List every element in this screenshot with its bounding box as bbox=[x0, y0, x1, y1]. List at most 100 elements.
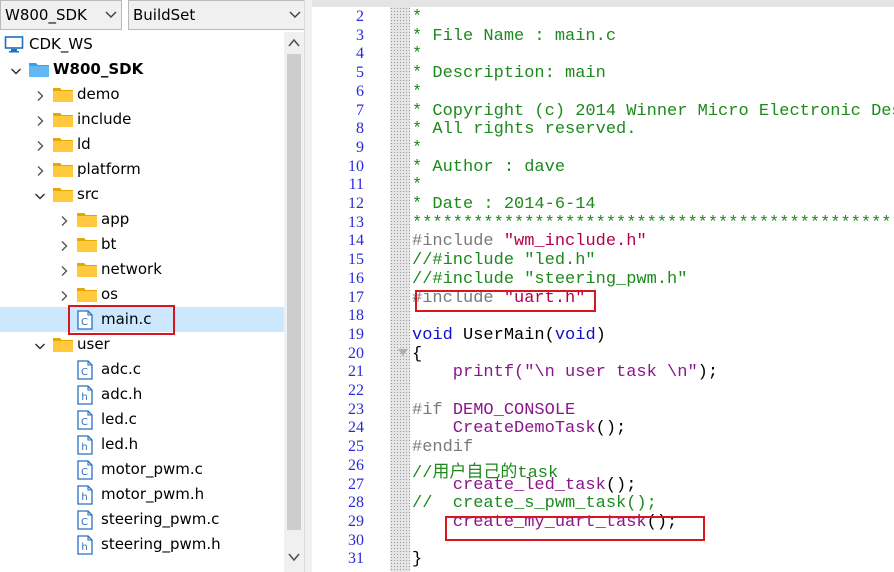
chevron-down-icon[interactable] bbox=[10, 63, 22, 75]
h-file-icon: h bbox=[76, 385, 96, 405]
chevron-right-icon[interactable] bbox=[58, 263, 70, 276]
scroll-up-icon[interactable] bbox=[288, 38, 300, 48]
tree-item-label: include bbox=[77, 110, 132, 128]
chevron-right-icon[interactable] bbox=[58, 288, 70, 301]
code-line[interactable]: CreateDemoTask(); bbox=[412, 419, 626, 438]
project-folder-icon bbox=[28, 60, 49, 78]
fold-margin[interactable] bbox=[390, 7, 410, 572]
code-line[interactable]: * bbox=[412, 83, 422, 102]
code-line[interactable]: // create_s_pwm_task(); bbox=[412, 494, 657, 513]
code-editor[interactable]: 2 3 4 5 6 7 8 9 10 11 12 13 14 15 16 17 18 19 20 21 22 23 24 25… bbox=[312, 0, 894, 572]
tree-item-platform[interactable]: platform bbox=[0, 157, 284, 182]
line-number: 25 bbox=[348, 438, 364, 456]
build-config-select[interactable]: BuildSet bbox=[128, 0, 306, 30]
chevron-right-icon[interactable] bbox=[58, 213, 70, 226]
tree-item-src[interactable]: src bbox=[0, 182, 284, 207]
line-number: 18 bbox=[348, 307, 364, 325]
code-line[interactable]: * bbox=[412, 176, 422, 195]
highlight-box-include-uart bbox=[415, 290, 596, 312]
folder-icon bbox=[76, 260, 97, 278]
tree-scrollbar[interactable] bbox=[284, 32, 304, 572]
tree-item-os[interactable]: os bbox=[0, 282, 284, 307]
code-line[interactable]: * File Name : main.c bbox=[412, 27, 616, 46]
code-line[interactable]: #include "wm_include.h" bbox=[412, 232, 647, 251]
tree-item-steering-pwm-c[interactable]: Csteering_pwm.c bbox=[0, 507, 284, 532]
code-line[interactable]: #if DEMO_CONSOLE bbox=[412, 401, 575, 420]
code-line[interactable]: * Author : dave bbox=[412, 158, 565, 177]
tree-item-demo[interactable]: demo bbox=[0, 82, 284, 107]
code-line[interactable]: * bbox=[412, 8, 422, 27]
code-line[interactable]: { bbox=[412, 345, 422, 364]
tree-item-label: adc.h bbox=[101, 385, 143, 403]
chevron-right-icon[interactable] bbox=[58, 238, 70, 251]
code-line[interactable]: } bbox=[412, 550, 422, 569]
tree-item-adc-c[interactable]: Cadc.c bbox=[0, 357, 284, 382]
code-line[interactable]: create_led_task(); bbox=[412, 475, 637, 495]
svg-text:h: h bbox=[81, 392, 87, 403]
scrollbar-thumb[interactable] bbox=[287, 54, 301, 530]
tree-item-app[interactable]: app bbox=[0, 207, 284, 232]
code-line[interactable]: * All rights reserved. bbox=[412, 120, 636, 139]
chevron-down-icon bbox=[289, 11, 301, 19]
tree-item-include[interactable]: include bbox=[0, 107, 284, 132]
line-number: 19 bbox=[348, 325, 364, 343]
code-token: * bbox=[412, 176, 423, 196]
line-number: 2 bbox=[356, 8, 364, 25]
code-line[interactable]: * bbox=[412, 45, 422, 64]
chevron-right-icon[interactable] bbox=[34, 138, 46, 151]
tree-item-ld[interactable]: ld bbox=[0, 132, 284, 157]
code-line[interactable]: printf("\n user task \n"); bbox=[412, 363, 718, 382]
code-token: * All rights reserved. bbox=[412, 120, 637, 140]
folder-icon bbox=[76, 285, 97, 303]
tree-item-label: W800_SDK bbox=[53, 60, 144, 78]
code-token: create_led_task bbox=[412, 475, 606, 495]
line-number: 21 bbox=[348, 363, 364, 381]
code-line[interactable]: * Date : 2014-6-14 bbox=[412, 195, 596, 214]
folder-icon bbox=[52, 85, 73, 103]
line-number: 30 bbox=[348, 531, 364, 549]
svg-text:C: C bbox=[81, 417, 88, 428]
tree-item-bt[interactable]: bt bbox=[0, 232, 284, 257]
chevron-down-icon[interactable] bbox=[34, 188, 46, 200]
tree-item-motor-pwm-c[interactable]: Cmotor_pwm.c bbox=[0, 457, 284, 482]
pane-splitter[interactable] bbox=[304, 0, 312, 572]
tree-item-led-c[interactable]: Cled.c bbox=[0, 407, 284, 432]
line-number: 4 bbox=[356, 45, 364, 63]
line-number: 20 bbox=[348, 344, 364, 362]
tree-item-user[interactable]: user bbox=[0, 332, 284, 357]
h-file-icon: h bbox=[76, 435, 96, 455]
code-token: "wm_include.h" bbox=[503, 232, 647, 252]
tree-item-adc-h[interactable]: h adc.h bbox=[0, 382, 284, 407]
code-token: // create_s_pwm_task(); bbox=[412, 494, 657, 514]
fold-marker-icon[interactable] bbox=[398, 349, 408, 356]
folder-icon bbox=[52, 110, 73, 128]
chevron-down-icon[interactable] bbox=[34, 338, 46, 350]
code-line[interactable]: void UserMain(void) bbox=[412, 326, 606, 345]
chevron-right-icon[interactable] bbox=[34, 163, 46, 176]
code-token: * Date : 2014-6-14 bbox=[412, 195, 596, 214]
tree-item-cdk-ws[interactable]: CDK_WS bbox=[0, 32, 284, 57]
tree-item-w800-sdk[interactable]: W800_SDK bbox=[0, 57, 284, 82]
tree-item-steering-pwm-h[interactable]: h steering_pwm.h bbox=[0, 532, 284, 557]
code-token: * bbox=[412, 45, 423, 65]
code-token: * Author : dave bbox=[412, 157, 566, 177]
tree-item-label: steering_pwm.c bbox=[101, 510, 220, 528]
code-token: (); bbox=[605, 475, 637, 495]
code-line[interactable]: ****************************************… bbox=[412, 214, 894, 233]
code-line[interactable]: //#include "steering_pwm.h" bbox=[412, 270, 687, 289]
code-line[interactable]: //#include "led.h" bbox=[412, 251, 596, 270]
code-line[interactable]: * Copyright (c) 2014 Winner Micro Electr… bbox=[412, 102, 894, 121]
code-line[interactable]: * bbox=[412, 139, 422, 158]
code-line[interactable]: * Description: main bbox=[412, 64, 606, 83]
line-number: 28 bbox=[348, 494, 364, 512]
project-select[interactable]: W800_SDK bbox=[0, 0, 122, 30]
chevron-right-icon[interactable] bbox=[34, 88, 46, 101]
code-line[interactable]: #endif bbox=[412, 438, 473, 457]
scroll-down-icon[interactable] bbox=[288, 552, 300, 562]
tree-item-led-h[interactable]: h led.h bbox=[0, 432, 284, 457]
tree-item-motor-pwm-h[interactable]: h motor_pwm.h bbox=[0, 482, 284, 507]
tree-item-label: steering_pwm.h bbox=[101, 535, 221, 553]
tree-item-network[interactable]: network bbox=[0, 257, 284, 282]
chevron-right-icon[interactable] bbox=[34, 113, 46, 126]
line-number: 16 bbox=[348, 269, 364, 287]
